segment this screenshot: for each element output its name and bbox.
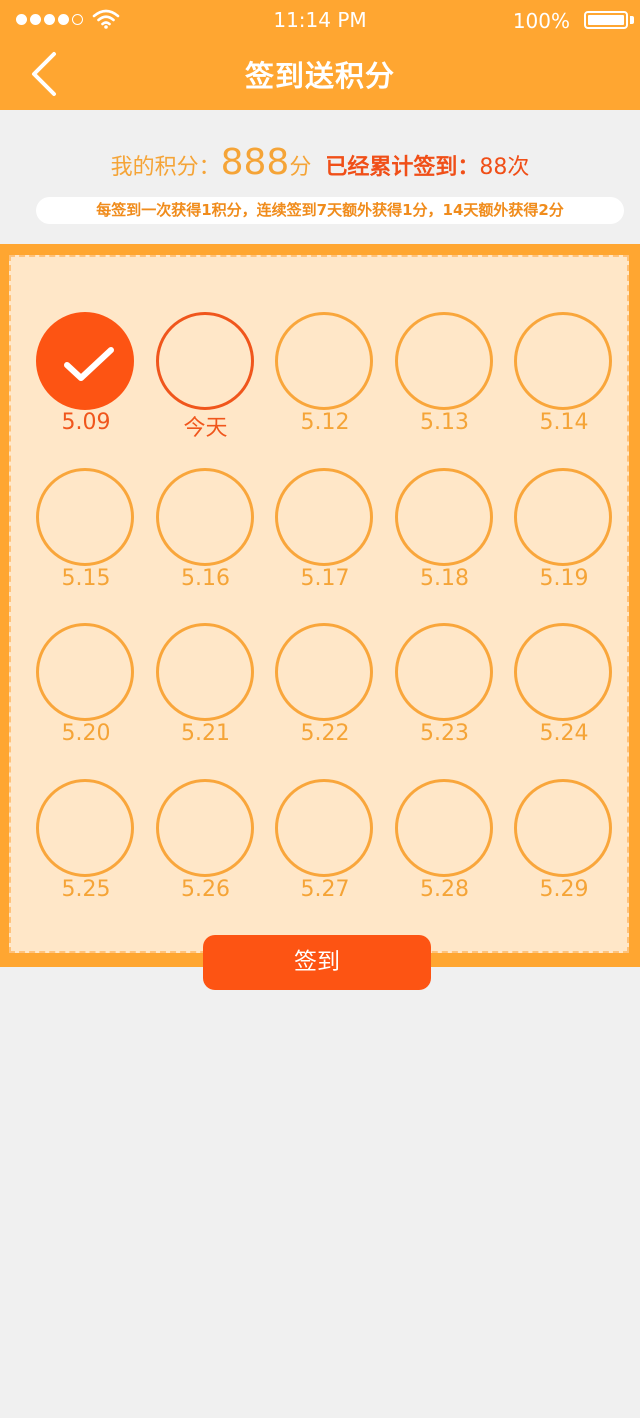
day-circle — [155, 467, 254, 566]
day-circle — [275, 623, 373, 721]
points-label: 我的积分： — [110, 155, 221, 180]
calendar-day[interactable]: 5.16 — [155, 467, 256, 608]
day-label: 今天 — [183, 416, 228, 441]
calendar-day[interactable]: 5.28 — [394, 778, 495, 919]
day-circle — [275, 467, 373, 566]
day-label: 5.22 — [300, 721, 350, 746]
calendar-day[interactable]: 5.22 — [275, 623, 375, 763]
calendar-day[interactable]: 5.24 — [514, 623, 614, 763]
points-value: 888 — [220, 142, 290, 183]
header-bar: 11:14 PM 100% 签到送积分 — [0, 0, 640, 110]
battery-percentage: 100% — [512, 9, 570, 33]
day-label: 5.28 — [420, 876, 469, 902]
day-circle — [36, 623, 134, 721]
day-circle — [514, 467, 612, 566]
day-circle — [514, 312, 612, 410]
day-label: 5.24 — [539, 721, 589, 746]
status-bar: 11:14 PM 100% — [0, 0, 640, 40]
page-title: 签到送积分 — [244, 59, 395, 93]
day-label: 5.20 — [61, 721, 111, 746]
calendar-day[interactable]: 5.23 — [394, 623, 495, 763]
day-label: 5.19 — [539, 565, 589, 591]
day-circle — [394, 312, 493, 410]
calendar-day[interactable]: 5.21 — [155, 623, 256, 763]
points-unit: 分 — [289, 155, 312, 180]
calendar-day[interactable]: 5.12 — [275, 312, 375, 452]
calendar-day[interactable]: 5.19 — [514, 467, 614, 608]
day-label: 5.26 — [181, 876, 230, 902]
battery-tip — [630, 16, 634, 24]
day-label: 5.18 — [420, 565, 469, 591]
checkin-count: 88 — [479, 155, 508, 180]
day-circle — [514, 623, 612, 721]
calendar-day[interactable]: 今天 — [155, 312, 256, 452]
day-label: 5.14 — [539, 410, 589, 435]
calendar-day[interactable]: 5.25 — [36, 778, 136, 919]
checkin-unit: 次 — [507, 155, 530, 180]
day-circle — [155, 623, 254, 721]
checkmark-icon — [64, 347, 114, 381]
calendar-frame: 5.09 今天 5.12 5.13 5.14 5.15 5.16 5.17 5.18 5.19 5.… — [0, 244, 640, 967]
day-label: 5.21 — [181, 721, 230, 746]
day-label: 5.29 — [539, 876, 589, 902]
sign-in-button[interactable]: 签到 — [203, 935, 431, 990]
calendar-day[interactable]: 5.13 — [394, 312, 495, 452]
points-summary: 我的积分：888分 已经累计签到：88次 — [0, 142, 640, 183]
calendar-day[interactable]: 5.26 — [155, 778, 256, 919]
day-label: 5.17 — [300, 565, 350, 591]
day-circle — [394, 778, 493, 877]
battery-icon — [584, 11, 628, 29]
calendar-day[interactable]: 5.09 — [36, 312, 136, 452]
calendar-day[interactable]: 5.29 — [514, 778, 614, 919]
day-label: 5.12 — [300, 410, 350, 435]
day-circle — [36, 312, 134, 410]
calendar-grid: 5.09 今天 5.12 5.13 5.14 5.15 5.16 5.17 5.18 5.19 5.… — [9, 255, 629, 953]
day-label: 5.23 — [420, 721, 469, 746]
day-circle — [394, 467, 493, 566]
checkin-label: 已经累计签到： — [325, 155, 480, 180]
day-label: 5.16 — [181, 565, 230, 591]
calendar-day[interactable]: 5.18 — [394, 467, 495, 608]
calendar-day[interactable]: 5.17 — [275, 467, 375, 608]
day-label: 5.15 — [61, 565, 111, 591]
day-label: 5.25 — [61, 876, 111, 902]
day-label: 5.27 — [300, 876, 350, 902]
calendar-day[interactable]: 5.20 — [36, 623, 136, 763]
calendar-day[interactable]: 5.27 — [275, 778, 375, 919]
calendar-day[interactable]: 5.15 — [36, 467, 136, 608]
day-circle — [275, 778, 373, 877]
day-circle — [394, 623, 493, 721]
day-circle — [36, 778, 134, 877]
day-circle — [514, 778, 612, 877]
rules-text: 每签到一次获得1积分，连续签到7天额外获得1分，14天额外获得2分 — [36, 197, 624, 224]
day-circle — [155, 778, 254, 877]
day-label: 5.13 — [420, 410, 469, 435]
day-circle — [36, 467, 134, 566]
calendar-day[interactable]: 5.14 — [514, 312, 614, 452]
day-circle — [155, 312, 254, 410]
day-label: 5.09 — [61, 410, 111, 435]
day-circle — [275, 312, 373, 410]
